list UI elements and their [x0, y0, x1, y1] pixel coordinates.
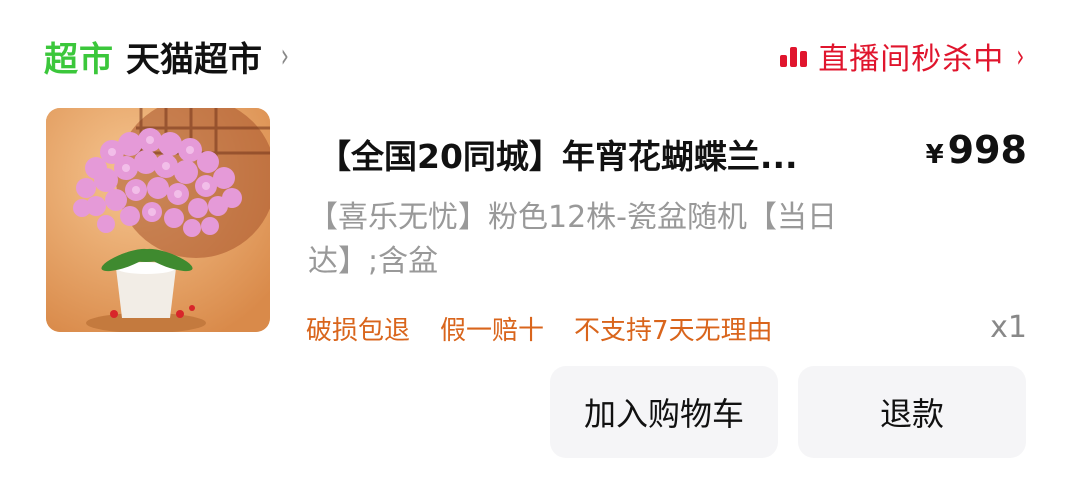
service-tag: 假一赔十 [440, 316, 545, 346]
currency-symbol: ¥ [925, 140, 944, 170]
service-tags: 破损包退 假一赔十 不支持7天无理由 [306, 310, 803, 347]
chevron-right-icon: › [1016, 37, 1025, 75]
product-quantity: x1 [990, 310, 1027, 345]
service-tag: 破损包退 [306, 316, 411, 346]
order-header: 超市 天猫超市 › 直播间秒杀中 › [44, 28, 1027, 84]
refund-button[interactable]: 退款 [798, 366, 1026, 458]
product-price: ¥ 998 [926, 128, 1027, 172]
add-to-cart-button[interactable]: 加入购物车 [550, 366, 778, 458]
live-signal-icon [780, 45, 810, 67]
live-sale-label: 直播间秒杀中 [818, 42, 1005, 77]
store-name[interactable]: 天猫超市 [126, 32, 262, 81]
product-spec: 【喜乐无忧】粉色12株-瓷盆随机【当日达】;含盆 [308, 200, 837, 279]
service-tag: 不支持7天无理由 [574, 316, 773, 346]
store-badge: 超市 [44, 39, 114, 80]
store-link[interactable]: 超市 天猫超市 › [44, 32, 292, 81]
product-title[interactable]: 【全国20同城】年宵花蝴蝶兰... [318, 130, 878, 178]
chevron-right-icon: › [280, 36, 289, 76]
live-sale-link[interactable]: 直播间秒杀中 › [780, 34, 1027, 78]
orchid-pot-image [46, 108, 270, 332]
product-image[interactable] [46, 108, 270, 332]
price-value: 998 [947, 128, 1027, 172]
